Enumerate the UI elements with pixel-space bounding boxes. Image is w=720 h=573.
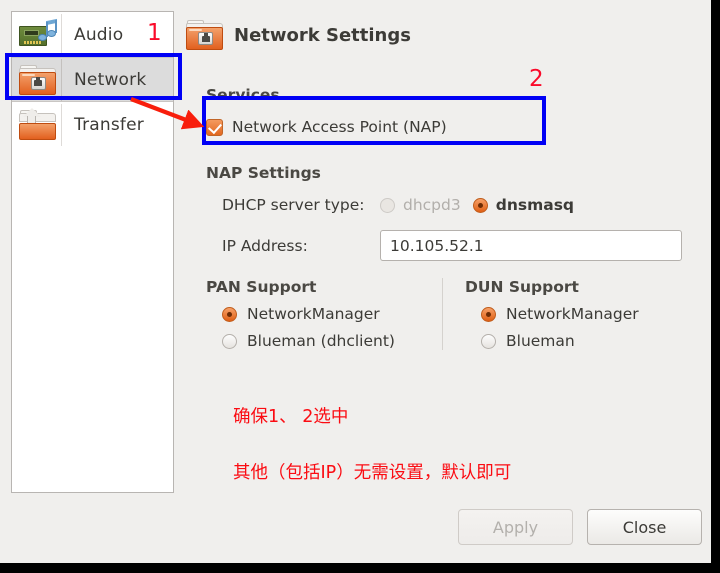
pan-support-title: PAN Support [206, 278, 317, 296]
settings-category-list[interactable]: Audio Network Transfer [11, 11, 174, 493]
dun-option-networkmanager[interactable]: NetworkManager [465, 305, 682, 323]
dun-support-column: DUN Support NetworkManager Blueman [442, 278, 682, 350]
close-button[interactable]: Close [587, 509, 702, 545]
annotation-marker-2: 2 [529, 66, 544, 92]
ip-address-input[interactable] [380, 230, 682, 261]
nap-checkbox-label: Network Access Point (NAP) [232, 118, 447, 136]
dun-option-blueman[interactable]: Blueman [465, 332, 682, 350]
page-title: Network Settings [234, 24, 411, 46]
dhcp-option-dhcpd3[interactable]: dhcpd3 [380, 196, 461, 214]
sidebar-item-label: Network [74, 69, 147, 90]
network-settings-window: Audio Network Transfer Network Settings … [0, 0, 711, 563]
dhcp-server-type-row: DHCP server type: dhcpd3 dnsmasq [222, 196, 574, 214]
dun-blueman-radio[interactable] [481, 333, 496, 349]
dun-networkmanager-radio[interactable] [481, 306, 496, 322]
dhcpd3-label: dhcpd3 [403, 196, 461, 214]
dnsmasq-label: dnsmasq [495, 196, 575, 214]
pan-networkmanager-radio[interactable] [222, 306, 237, 322]
screen-right-edge [711, 0, 720, 573]
ip-address-label: IP Address: [222, 236, 308, 255]
support-options-area: PAN Support NetworkManager Blueman (dhcl… [206, 278, 686, 350]
network-folder-icon [186, 14, 223, 56]
pan-networkmanager-label: NetworkManager [247, 305, 380, 323]
dun-support-title: DUN Support [465, 278, 579, 296]
screen-bottom-edge [0, 563, 720, 573]
dhcpd3-radio[interactable] [380, 197, 395, 213]
pan-blueman-label: Blueman (dhclient) [247, 332, 395, 350]
pan-support-column: PAN Support NetworkManager Blueman (dhcl… [206, 278, 446, 350]
sidebar-item-label: Audio [74, 24, 124, 45]
audio-card-icon [14, 13, 62, 56]
apply-button[interactable]: Apply [458, 509, 573, 545]
pan-option-blueman[interactable]: Blueman (dhclient) [206, 332, 446, 350]
network-folder-icon [14, 58, 62, 101]
annotation-marker-1: 1 [147, 20, 162, 46]
ip-address-row: IP Address: [222, 230, 682, 261]
annotation-note-2: 其他（包括IP）无需设置，默认即可 [233, 463, 512, 483]
transfer-folder-icon [14, 103, 62, 146]
annotation-note-1: 确保1、 2选中 [233, 407, 349, 427]
nap-settings-group-title: NAP Settings [206, 164, 321, 182]
dhcp-option-dnsmasq[interactable]: dnsmasq [472, 196, 575, 214]
dialog-buttons: Apply Close [458, 509, 702, 545]
network-settings-panel: Network Settings Services Network Access… [186, 14, 701, 350]
services-group-title: Services [206, 86, 280, 104]
dun-networkmanager-label: NetworkManager [506, 305, 639, 323]
dnsmasq-radio[interactable] [472, 197, 488, 213]
panel-header: Network Settings [186, 14, 701, 56]
nap-checkbox-row[interactable]: Network Access Point (NAP) [206, 118, 447, 136]
dun-blueman-label: Blueman [506, 332, 575, 350]
annotation-arrow-icon [130, 97, 205, 130]
pan-option-networkmanager[interactable]: NetworkManager [206, 305, 446, 323]
dhcp-server-type-label: DHCP server type: [222, 196, 365, 214]
pan-blueman-radio[interactable] [222, 333, 237, 349]
